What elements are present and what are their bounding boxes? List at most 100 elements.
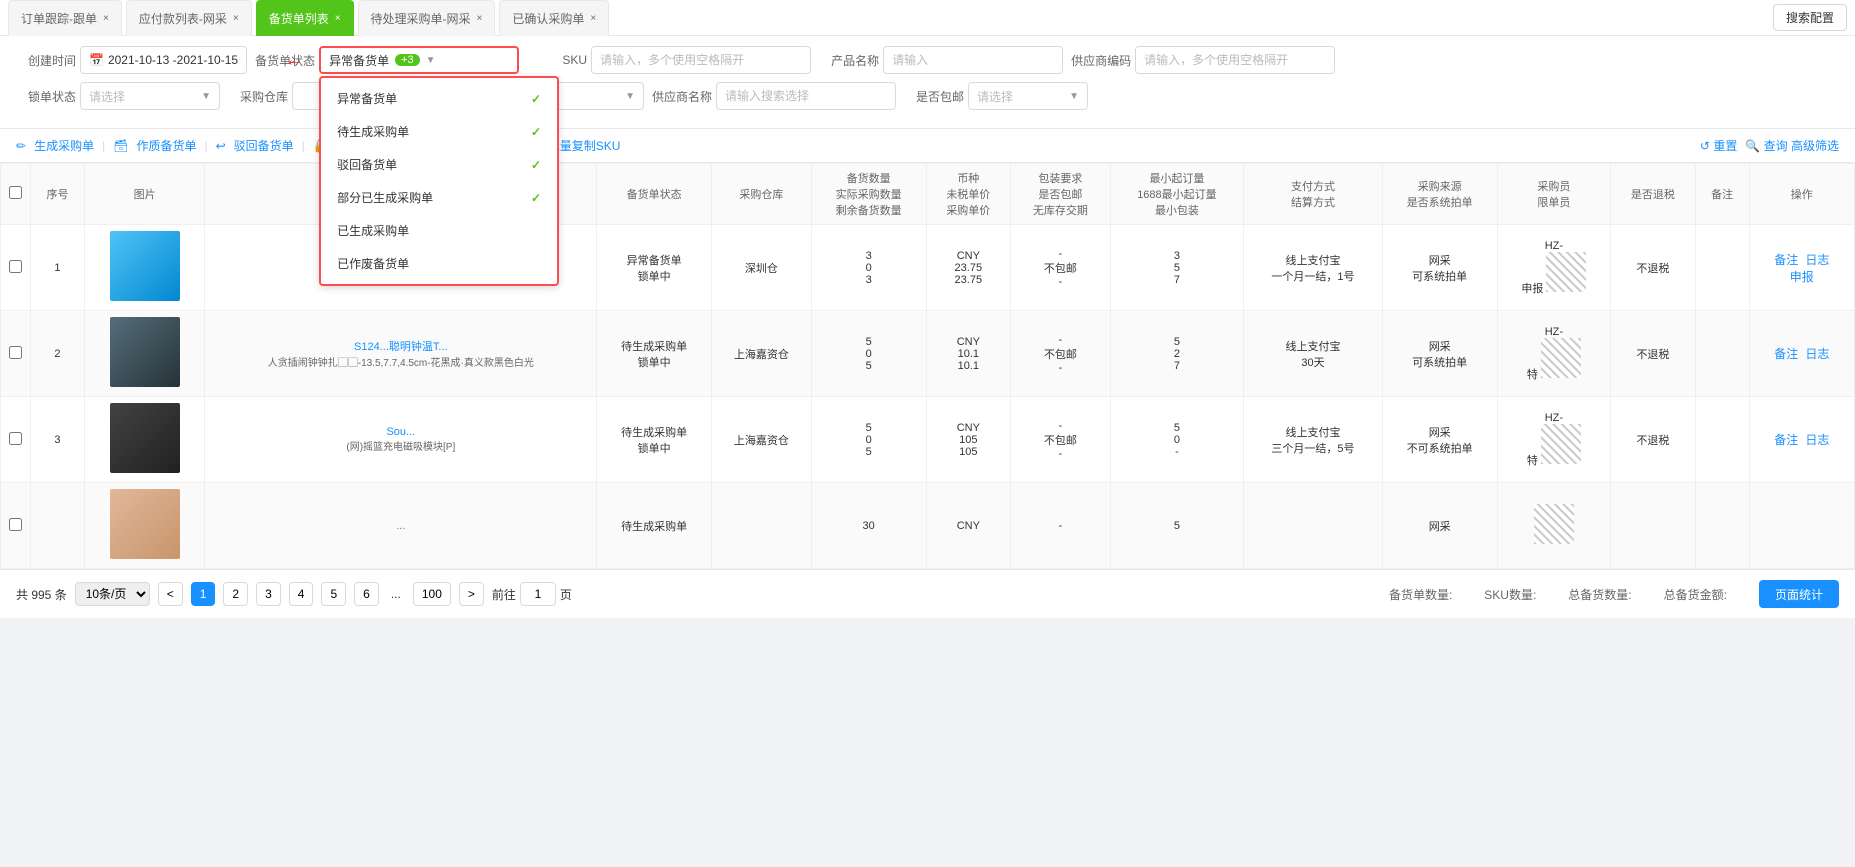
row4-status: 待生成采购单	[597, 483, 712, 569]
row4-tax	[1611, 483, 1695, 569]
reset-btn[interactable]: ↺ 重置	[1700, 137, 1737, 154]
tab-confirmed-purchase[interactable]: 已确认采购单 ×	[499, 0, 609, 36]
page-5-btn[interactable]: 5	[321, 582, 346, 606]
row3-ops: 备注 日志	[1749, 397, 1854, 483]
check-icon-abnormal: ✓	[531, 92, 541, 106]
page-jump-suffix: 页	[560, 586, 572, 603]
row3-image	[84, 397, 204, 483]
free-shipping-label: 是否包邮	[904, 88, 964, 105]
tab-payable[interactable]: 应付款列表-网采 ×	[126, 0, 252, 36]
lock-status-placeholder: 请选择	[89, 88, 125, 105]
tab-payable-close[interactable]: ×	[233, 13, 239, 24]
row3-log-btn[interactable]: 日志	[1805, 433, 1829, 447]
set-quality-btn[interactable]: 作质备货单	[136, 137, 196, 154]
row4-checkbox[interactable]	[1, 483, 31, 569]
purchase-count-label: 备货单数量:	[1389, 586, 1452, 603]
header-qty: 备货数量实际采购数量剩余备货数量	[811, 164, 926, 225]
page-jump-input[interactable]	[520, 582, 556, 606]
dropdown-item-obsolete[interactable]: 已作废备货单 ✓	[321, 247, 557, 280]
page-3-btn[interactable]: 3	[256, 582, 281, 606]
row3-sku-link[interactable]: Sou...	[386, 426, 415, 438]
tab-order-tracking[interactable]: 订单跟踪-跟单 ×	[8, 0, 122, 36]
generate-purchase-btn[interactable]: 生成采购单	[34, 137, 94, 154]
select-all-checkbox[interactable]	[9, 186, 22, 199]
row2-remark-btn[interactable]: 备注	[1774, 347, 1798, 361]
tab-payable-label: 应付款列表-网采	[139, 10, 227, 27]
sku-count-label: SKU数量:	[1484, 586, 1536, 603]
dropdown-item-rejected[interactable]: 驳回备货单 ✓	[321, 148, 557, 181]
row1-check[interactable]	[9, 260, 22, 273]
page-1-btn[interactable]: 1	[191, 582, 216, 606]
tab-stock-list[interactable]: 备货单列表 ×	[256, 0, 354, 36]
right-action-group: ↺ 重置 🔍 查询 高级筛选	[1700, 137, 1839, 154]
row3-remark-btn[interactable]: 备注	[1774, 433, 1798, 447]
sku-input[interactable]	[591, 46, 811, 74]
row2-currency: CNY10.110.1	[926, 311, 1010, 397]
page-100-btn[interactable]: 100	[413, 582, 451, 606]
tab-stock-list-close[interactable]: ×	[335, 13, 341, 24]
dropdown-item-partial[interactable]: 部分已生成采购单 ✓	[321, 181, 557, 214]
row4-sku-link[interactable]: ...	[396, 520, 405, 532]
dropdown-item-abnormal-label: 异常备货单	[337, 90, 397, 107]
page-6-btn[interactable]: 6	[354, 582, 379, 606]
row1-log-btn[interactable]: 日志	[1805, 253, 1829, 267]
top-tabs-bar: 订单跟踪-跟单 × 应付款列表-网采 × 备货单列表 × 待处理采购单-网采 ×…	[0, 0, 1855, 36]
header-checkbox-cell	[1, 164, 31, 225]
page-jump-prefix: 前往	[492, 586, 516, 603]
lock-status-select[interactable]: 请选择 ▼	[80, 82, 220, 110]
row1-source: 网采可系统拍单	[1382, 225, 1497, 311]
row2-check[interactable]	[9, 346, 22, 359]
prev-page-btn[interactable]: <	[158, 582, 183, 606]
free-shipping-placeholder: 请选择	[977, 88, 1013, 105]
tab-order-tracking-close[interactable]: ×	[103, 13, 109, 24]
header-buyer: 采购员限单员	[1497, 164, 1611, 225]
row2-payment: 线上支付宝30天	[1244, 311, 1383, 397]
page-4-btn[interactable]: 4	[289, 582, 314, 606]
create-time-input[interactable]: 📅 2021-10-13 -2021-10-15	[80, 46, 247, 74]
dropdown-item-abnormal[interactable]: 异常备货单 ✓	[321, 82, 557, 115]
next-page-btn[interactable]: >	[459, 582, 484, 606]
row2-sku-link[interactable]: S124...聪明钟温T...	[354, 341, 448, 353]
row2-ops: 备注 日志	[1749, 311, 1854, 397]
dropdown-item-pending[interactable]: 待生成采购单 ✓	[321, 115, 557, 148]
table-row: 2 S124...聪明钟温T... 人贪插闹钟钟扎▢▢-13.5,7.7,4.5…	[1, 311, 1855, 397]
filter-row-1: 创建时间 📅 2021-10-13 -2021-10-15 备货单状态 异常备货…	[16, 46, 1839, 74]
supplier-name-input[interactable]	[716, 82, 896, 110]
row2-warehouse: 上海嘉资仓	[712, 311, 812, 397]
pagination-bar: 共 995 条 10条/页 20条/页 50条/页 < 1 2 3 4 5 6 …	[0, 569, 1855, 618]
supplier-code-input[interactable]	[1135, 46, 1335, 74]
row1-remark-btn[interactable]: 备注	[1774, 253, 1798, 267]
row1-checkbox[interactable]	[1, 225, 31, 311]
search-config-button[interactable]: 搜索配置	[1773, 4, 1847, 31]
product-name-label: 产品名称	[819, 52, 879, 69]
row3-seq: 3	[31, 397, 85, 483]
row1-status: 异常备货单锁单中	[597, 225, 712, 311]
dropdown-item-generated[interactable]: 已生成采购单 ✓	[321, 214, 557, 247]
row2-qr-code	[1541, 338, 1581, 378]
row3-checkbox[interactable]	[1, 397, 31, 483]
page-2-btn[interactable]: 2	[223, 582, 248, 606]
query-btn[interactable]: 🔍 查询 高级筛选	[1745, 137, 1839, 154]
page-size-select[interactable]: 10条/页 20条/页 50条/页	[75, 582, 150, 606]
row4-check[interactable]	[9, 518, 22, 531]
page-total-btn[interactable]: 页面统计	[1759, 580, 1839, 608]
status-dropdown-trigger[interactable]: 异常备货单 +3 ▼	[319, 46, 519, 74]
row3-min-order: 50-	[1110, 397, 1244, 483]
product-name-input[interactable]	[883, 46, 1063, 74]
status-dropdown-menu: 异常备货单 ✓ 待生成采购单 ✓ 驳回备货单 ✓ 部分已生成采购单 ✓	[319, 76, 559, 286]
row1-apply-btn[interactable]: 申报	[1790, 270, 1814, 284]
search-icon: 🔍	[1745, 139, 1760, 153]
row2-checkbox[interactable]	[1, 311, 31, 397]
free-shipping-chevron: ▼	[1069, 91, 1079, 102]
tab-confirmed-purchase-close[interactable]: ×	[590, 13, 596, 24]
row3-source: 网采不可系统拍单	[1382, 397, 1497, 483]
row3-check[interactable]	[9, 432, 22, 445]
row2-log-btn[interactable]: 日志	[1805, 347, 1829, 361]
tab-pending-purchase-close[interactable]: ×	[477, 13, 483, 24]
generate-purchase-icon: ✏	[16, 139, 26, 153]
tab-confirmed-purchase-label: 已确认采购单	[512, 10, 584, 27]
tab-pending-purchase[interactable]: 待处理采购单-网采 ×	[358, 0, 496, 36]
free-shipping-select[interactable]: 请选择 ▼	[968, 82, 1088, 110]
row4-ops	[1749, 483, 1854, 569]
reject-btn[interactable]: 驳回备货单	[234, 137, 294, 154]
